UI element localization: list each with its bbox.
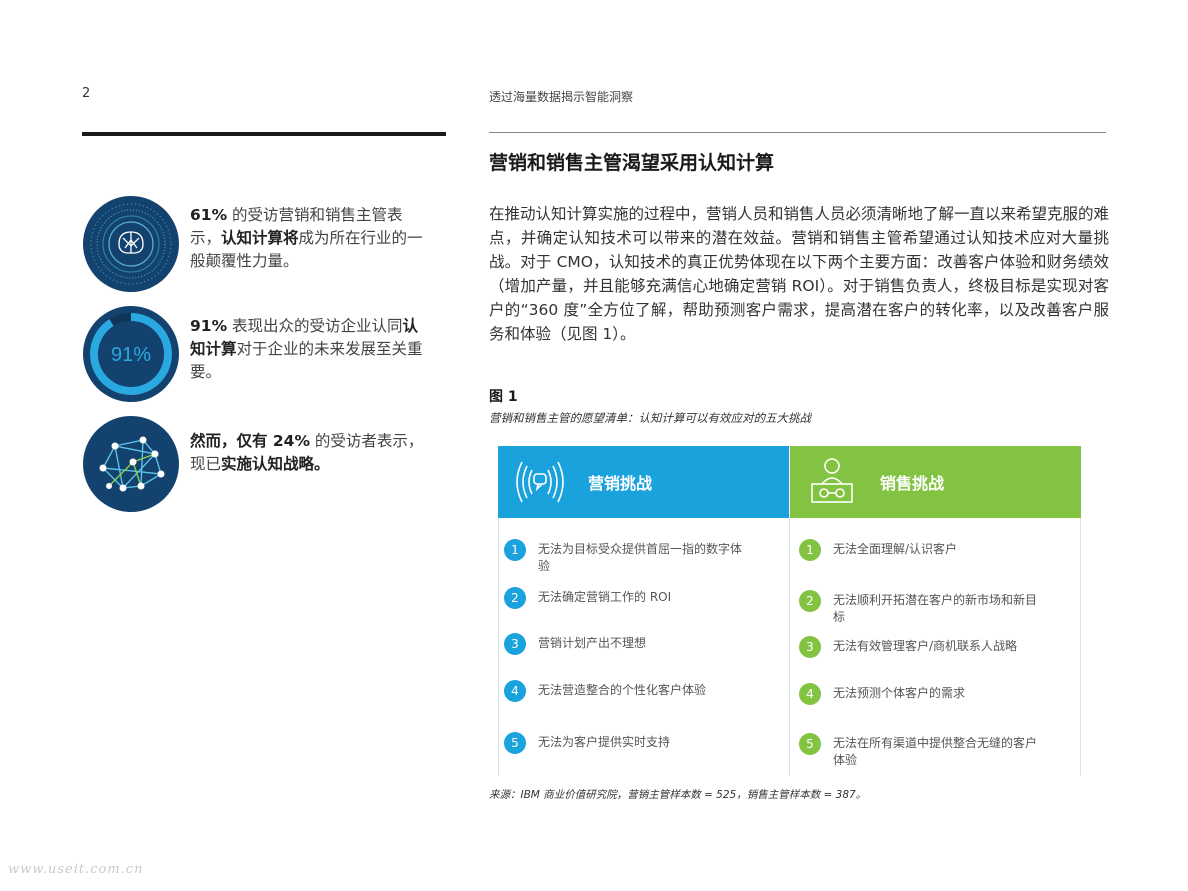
salesperson-icon [811, 458, 853, 503]
item-text: 营销计划产出不理想 [538, 636, 647, 650]
item-text: 无法全面理解/认识客户 [833, 542, 958, 556]
item-text: 无法确定营销工作的 ROI [538, 590, 672, 604]
right-rule [489, 132, 1106, 133]
marketing-header: 营销挑战 [498, 446, 789, 518]
page-number: 2 [82, 86, 91, 101]
progress-ring-icon: 91% [83, 306, 179, 402]
item-text: 无法预测个体客户的需求 [833, 686, 966, 700]
item-number: 5 [504, 732, 526, 754]
item-text: 无法为目标受众提供首屈一指的数字体验 [538, 542, 743, 573]
marketing-title: 营销挑战 [588, 474, 653, 493]
body-paragraph: 在推动认知计算实施的过程中，营销人员和销售人员必须清晰地了解一直以来希望克服的难… [489, 205, 1110, 343]
item-number: 3 [504, 633, 526, 655]
stat-text: 91% 表现出众的受访企业认同认知计算对于企业的未来发展至关重要。 [190, 315, 430, 384]
watermark: www.useit.com.cn [8, 862, 144, 877]
list-item: 1 无法为目标受众提供首屈一指的数字体验 [504, 539, 753, 575]
sales-header: 销售挑战 [790, 446, 1081, 518]
list-item: 4 无法预测个体客户的需求 [799, 683, 1048, 705]
left-rule [82, 132, 446, 136]
network-icon [83, 416, 179, 512]
item-number: 5 [799, 733, 821, 755]
list-item: 3 营销计划产出不理想 [504, 633, 753, 655]
item-number: 4 [799, 683, 821, 705]
item-number: 3 [799, 636, 821, 658]
list-item: 3 无法有效管理客户/商机联系人战略 [799, 636, 1048, 658]
brain-icon [83, 196, 179, 292]
frame-line [1080, 518, 1081, 776]
stat-text: 然而，仅有 24% 的受访者表示，现已实施认知战略。 [190, 430, 430, 476]
sales-title: 销售挑战 [880, 474, 945, 493]
ring-label: 91% [111, 344, 151, 366]
item-number: 4 [504, 680, 526, 702]
stat-lead: 然而，仅有 24% [190, 432, 310, 450]
list-item: 4 无法营造整合的个性化客户体验 [504, 680, 753, 702]
speech-bubble-icon [516, 461, 564, 503]
figure-label: 图 1 [489, 389, 518, 405]
item-text: 无法营造整合的个性化客户体验 [538, 683, 707, 697]
stat-lead: 61% [190, 206, 228, 224]
stat-text-a: 表现出众的受访企业认同 [227, 317, 403, 335]
running-title: 透过海量数据揭示智能洞察 [489, 90, 634, 104]
list-item: 2 无法顺利开拓潜在客户的新市场和新目标 [799, 590, 1048, 626]
item-number: 2 [504, 587, 526, 609]
list-item: 1 无法全面理解/认识客户 [799, 539, 1048, 561]
item-number: 1 [504, 539, 526, 561]
stat-lead: 91% [190, 317, 228, 335]
stat-text: 61% 的受访营销和销售主管表示，认知计算将成为所在行业的一般颠覆性力量。 [190, 204, 430, 273]
item-text: 无法为客户提供实时支持 [538, 735, 671, 749]
frame-line [789, 518, 790, 776]
figure-caption: 营销和销售主管的愿望清单：认知计算可以有效应对的五大挑战 [489, 411, 811, 425]
item-number: 2 [799, 590, 821, 612]
source-note: 来源：IBM 商业价值研究院，营销主管样本数 = 525，销售主管样本数 = 3… [489, 789, 867, 801]
list-item: 5 无法为客户提供实时支持 [504, 732, 753, 754]
item-text: 无法在所有渠道中提供整合无缝的客户体验 [833, 736, 1038, 767]
frame-line [498, 518, 499, 776]
list-item: 2 无法确定营销工作的 ROI [504, 587, 753, 609]
stat-bold: 实施认知战略。 [221, 455, 330, 473]
stat-bold: 认知计算将 [221, 229, 299, 247]
item-text: 无法有效管理客户/商机联系人战略 [833, 639, 1018, 653]
section-title: 营销和销售主管渴望采用认知计算 [489, 152, 775, 174]
item-number: 1 [799, 539, 821, 561]
item-text: 无法顺利开拓潜在客户的新市场和新目标 [833, 593, 1038, 624]
list-item: 5 无法在所有渠道中提供整合无缝的客户体验 [799, 733, 1048, 769]
